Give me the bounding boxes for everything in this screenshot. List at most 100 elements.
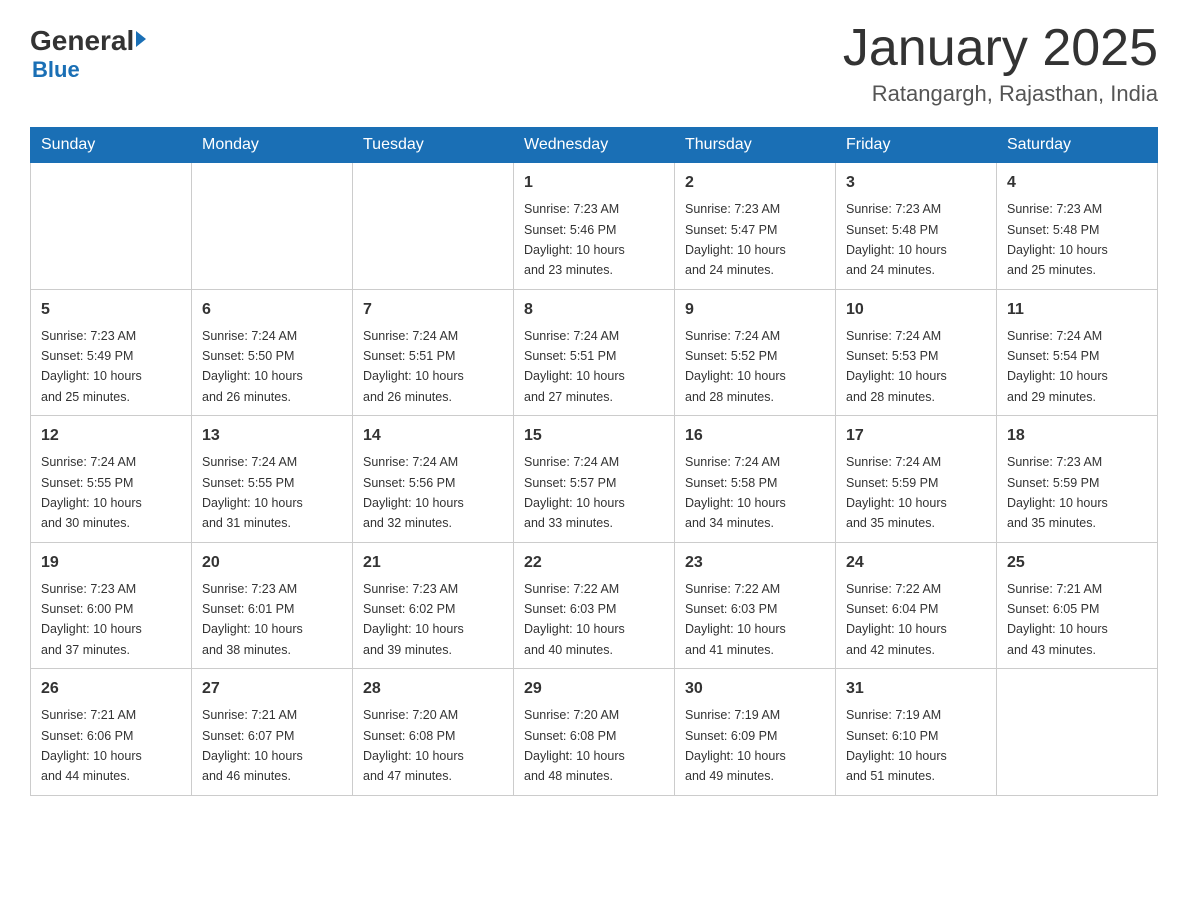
location-title: Ratangargh, Rajasthan, India [843, 81, 1158, 107]
day-info: Sunrise: 7:23 AMSunset: 6:01 PMDaylight:… [202, 582, 303, 657]
calendar-cell: 12 Sunrise: 7:24 AMSunset: 5:55 PMDayligh… [31, 416, 192, 543]
month-title: January 2025 [843, 20, 1158, 77]
day-info: Sunrise: 7:23 AMSunset: 5:49 PMDaylight:… [41, 329, 142, 404]
day-number: 8 [524, 298, 664, 322]
day-info: Sunrise: 7:19 AMSunset: 6:10 PMDaylight:… [846, 708, 947, 783]
day-number: 24 [846, 551, 986, 575]
calendar-cell [31, 163, 192, 290]
day-info: Sunrise: 7:24 AMSunset: 5:55 PMDaylight:… [41, 455, 142, 530]
day-info: Sunrise: 7:23 AMSunset: 5:59 PMDaylight:… [1007, 455, 1108, 530]
day-number: 15 [524, 424, 664, 448]
calendar-cell: 23Sunrise: 7:22 AMSunset: 6:03 PMDayligh… [675, 542, 836, 669]
day-info: Sunrise: 7:24 AMSunset: 5:51 PMDaylight:… [524, 329, 625, 404]
day-info: Sunrise: 7:23 AMSunset: 5:48 PMDaylight:… [846, 202, 947, 277]
day-info: Sunrise: 7:23 AMSunset: 5:47 PMDaylight:… [685, 202, 786, 277]
calendar-cell: 9Sunrise: 7:24 AMSunset: 5:52 PMDaylight… [675, 289, 836, 416]
day-number: 20 [202, 551, 342, 575]
calendar-row-4: 19 Sunrise: 7:23 AMSunset: 6:00 PMDayligh… [31, 542, 1158, 669]
day-number: 30 [685, 677, 825, 701]
calendar-cell: 3 Sunrise: 7:23 AMSunset: 5:48 PMDaylight… [836, 163, 997, 290]
day-number: 12 [41, 424, 181, 448]
day-info: Sunrise: 7:24 AMSunset: 5:55 PMDaylight:… [202, 455, 303, 530]
day-number: 28 [363, 677, 503, 701]
day-number: 7 [363, 298, 503, 322]
calendar-table: SundayMondayTuesdayWednesdayThursdayFrid… [30, 127, 1158, 796]
day-info: Sunrise: 7:24 AMSunset: 5:52 PMDaylight:… [685, 329, 786, 404]
calendar-cell: 11 Sunrise: 7:24 AMSunset: 5:54 PMDayligh… [997, 289, 1158, 416]
calendar-cell: 13 Sunrise: 7:24 AMSunset: 5:55 PMDayligh… [192, 416, 353, 543]
day-info: Sunrise: 7:24 AMSunset: 5:51 PMDaylight:… [363, 329, 464, 404]
calendar-cell: 25 Sunrise: 7:21 AMSunset: 6:05 PMDayligh… [997, 542, 1158, 669]
calendar-cell: 21 Sunrise: 7:23 AMSunset: 6:02 PMDayligh… [353, 542, 514, 669]
day-info: Sunrise: 7:22 AMSunset: 6:03 PMDaylight:… [685, 582, 786, 657]
calendar-cell: 19 Sunrise: 7:23 AMSunset: 6:00 PMDayligh… [31, 542, 192, 669]
page-header: General Blue January 2025 Ratangargh, Ra… [30, 20, 1158, 107]
day-info: Sunrise: 7:22 AMSunset: 6:03 PMDaylight:… [524, 582, 625, 657]
day-info: Sunrise: 7:24 AMSunset: 5:58 PMDaylight:… [685, 455, 786, 530]
day-info: Sunrise: 7:23 AMSunset: 6:00 PMDaylight:… [41, 582, 142, 657]
calendar-cell: 28 Sunrise: 7:20 AMSunset: 6:08 PMDayligh… [353, 669, 514, 796]
calendar-cell: 7 Sunrise: 7:24 AMSunset: 5:51 PMDaylight… [353, 289, 514, 416]
calendar-row-1: 1Sunrise: 7:23 AMSunset: 5:46 PMDaylight… [31, 163, 1158, 290]
day-info: Sunrise: 7:22 AMSunset: 6:04 PMDaylight:… [846, 582, 947, 657]
day-info: Sunrise: 7:24 AMSunset: 5:57 PMDaylight:… [524, 455, 625, 530]
calendar-cell: 2 Sunrise: 7:23 AMSunset: 5:47 PMDaylight… [675, 163, 836, 290]
day-info: Sunrise: 7:21 AMSunset: 6:05 PMDaylight:… [1007, 582, 1108, 657]
logo-general: General [30, 25, 134, 57]
day-number: 25 [1007, 551, 1147, 575]
calendar-cell: 22Sunrise: 7:22 AMSunset: 6:03 PMDayligh… [514, 542, 675, 669]
col-header-wednesday: Wednesday [514, 128, 675, 163]
day-number: 13 [202, 424, 342, 448]
day-number: 19 [41, 551, 181, 575]
calendar-cell [353, 163, 514, 290]
day-info: Sunrise: 7:24 AMSunset: 5:50 PMDaylight:… [202, 329, 303, 404]
day-info: Sunrise: 7:23 AMSunset: 5:48 PMDaylight:… [1007, 202, 1108, 277]
calendar-cell: 8 Sunrise: 7:24 AMSunset: 5:51 PMDaylight… [514, 289, 675, 416]
calendar-cell: 18 Sunrise: 7:23 AMSunset: 5:59 PMDayligh… [997, 416, 1158, 543]
day-number: 31 [846, 677, 986, 701]
day-number: 2 [685, 171, 825, 195]
day-number: 16 [685, 424, 825, 448]
calendar-cell: 30 Sunrise: 7:19 AMSunset: 6:09 PMDayligh… [675, 669, 836, 796]
calendar-cell: 16 Sunrise: 7:24 AMSunset: 5:58 PMDayligh… [675, 416, 836, 543]
col-header-saturday: Saturday [997, 128, 1158, 163]
calendar-row-2: 5 Sunrise: 7:23 AMSunset: 5:49 PMDaylight… [31, 289, 1158, 416]
day-info: Sunrise: 7:24 AMSunset: 5:59 PMDaylight:… [846, 455, 947, 530]
col-header-sunday: Sunday [31, 128, 192, 163]
day-info: Sunrise: 7:21 AMSunset: 6:06 PMDaylight:… [41, 708, 142, 783]
calendar-cell: 31 Sunrise: 7:19 AMSunset: 6:10 PMDayligh… [836, 669, 997, 796]
day-number: 5 [41, 298, 181, 322]
calendar-row-5: 26Sunrise: 7:21 AMSunset: 6:06 PMDayligh… [31, 669, 1158, 796]
col-header-tuesday: Tuesday [353, 128, 514, 163]
calendar-cell: 1Sunrise: 7:23 AMSunset: 5:46 PMDaylight… [514, 163, 675, 290]
logo-text: General [30, 25, 146, 57]
calendar-cell: 29 Sunrise: 7:20 AMSunset: 6:08 PMDayligh… [514, 669, 675, 796]
day-info: Sunrise: 7:20 AMSunset: 6:08 PMDaylight:… [524, 708, 625, 783]
day-info: Sunrise: 7:24 AMSunset: 5:54 PMDaylight:… [1007, 329, 1108, 404]
day-number: 29 [524, 677, 664, 701]
title-area: January 2025 Ratangargh, Rajasthan, Indi… [843, 20, 1158, 107]
col-header-monday: Monday [192, 128, 353, 163]
day-info: Sunrise: 7:20 AMSunset: 6:08 PMDaylight:… [363, 708, 464, 783]
day-number: 1 [524, 171, 664, 195]
day-number: 11 [1007, 298, 1147, 322]
calendar-cell: 20 Sunrise: 7:23 AMSunset: 6:01 PMDayligh… [192, 542, 353, 669]
day-number: 10 [846, 298, 986, 322]
day-number: 3 [846, 171, 986, 195]
day-number: 17 [846, 424, 986, 448]
col-header-friday: Friday [836, 128, 997, 163]
calendar-cell: 17 Sunrise: 7:24 AMSunset: 5:59 PMDayligh… [836, 416, 997, 543]
calendar-cell: 14Sunrise: 7:24 AMSunset: 5:56 PMDayligh… [353, 416, 514, 543]
day-info: Sunrise: 7:23 AMSunset: 6:02 PMDaylight:… [363, 582, 464, 657]
calendar-row-3: 12 Sunrise: 7:24 AMSunset: 5:55 PMDayligh… [31, 416, 1158, 543]
col-header-thursday: Thursday [675, 128, 836, 163]
calendar-cell: 26Sunrise: 7:21 AMSunset: 6:06 PMDayligh… [31, 669, 192, 796]
calendar-cell: 24 Sunrise: 7:22 AMSunset: 6:04 PMDayligh… [836, 542, 997, 669]
day-info: Sunrise: 7:24 AMSunset: 5:53 PMDaylight:… [846, 329, 947, 404]
day-number: 21 [363, 551, 503, 575]
day-info: Sunrise: 7:24 AMSunset: 5:56 PMDaylight:… [363, 455, 464, 530]
day-number: 18 [1007, 424, 1147, 448]
day-info: Sunrise: 7:19 AMSunset: 6:09 PMDaylight:… [685, 708, 786, 783]
logo: General Blue [30, 20, 146, 83]
day-number: 6 [202, 298, 342, 322]
